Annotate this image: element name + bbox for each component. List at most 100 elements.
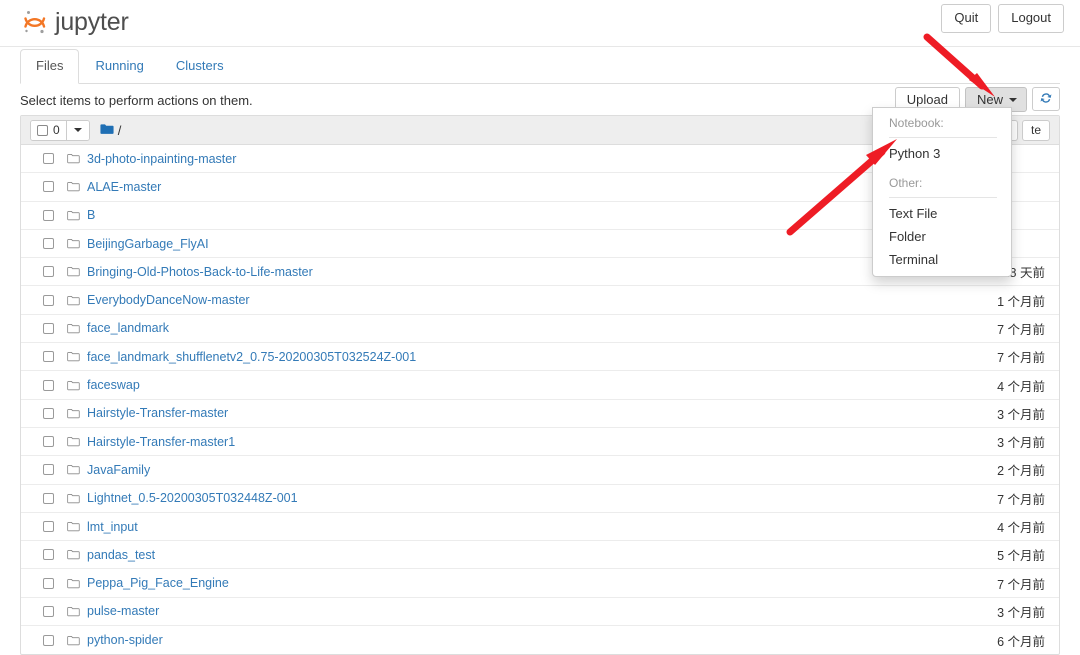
table-row[interactable]: JavaFamily 2 个月前: [21, 456, 1059, 485]
row-checkbox[interactable]: [43, 407, 54, 419]
chevron-down-icon: [1009, 97, 1017, 102]
row-checkbox[interactable]: [43, 322, 54, 334]
table-row[interactable]: faceswap 4 个月前: [21, 371, 1059, 400]
row-checkbox[interactable]: [43, 266, 54, 278]
folder-icon: [67, 578, 80, 589]
folder-icon: [67, 606, 80, 617]
folder-icon: [67, 351, 80, 362]
file-modified-date: 3 个月前: [997, 407, 1045, 422]
table-row[interactable]: Lightnet_0.5-20200305T032448Z-001 7 个月前: [21, 485, 1059, 513]
file-name-link[interactable]: Peppa_Pig_Face_Engine: [87, 576, 229, 590]
jupyter-brand-text: jupyter: [55, 7, 129, 36]
row-checkbox[interactable]: [43, 209, 54, 221]
file-modified-date: 3 个月前: [997, 436, 1045, 451]
row-checkbox[interactable]: [43, 605, 54, 617]
file-name-link[interactable]: faceswap: [87, 378, 140, 392]
logout-button[interactable]: Logout: [998, 4, 1064, 33]
tab-clusters[interactable]: Clusters: [160, 49, 240, 84]
table-row[interactable]: pandas_test 5 个月前: [21, 541, 1059, 570]
main-tabs-bar: Files Running Clusters: [20, 48, 1060, 84]
row-checkbox[interactable]: [43, 492, 54, 504]
file-name-link[interactable]: pandas_test: [87, 548, 155, 562]
file-name-link[interactable]: B: [87, 208, 95, 222]
header-actions: Quit Logout: [941, 4, 1064, 33]
row-checkbox[interactable]: [43, 238, 54, 250]
sort-by-date-button[interactable]: te: [1021, 119, 1050, 141]
tab-running[interactable]: Running: [79, 49, 159, 84]
folder-icon: [67, 210, 80, 221]
folder-icon: [100, 123, 114, 138]
jupyter-logo[interactable]: jupyter: [20, 2, 129, 42]
dropdown-item-folder[interactable]: Folder: [873, 225, 1011, 248]
dropdown-item-python3[interactable]: Python 3: [873, 142, 1011, 165]
breadcrumb-path: /: [117, 122, 122, 138]
table-row[interactable]: lmt_input 4 个月前: [21, 513, 1059, 542]
file-name-link[interactable]: python-spider: [87, 633, 163, 647]
folder-icon: [67, 238, 80, 249]
table-row[interactable]: python-spider 6 个月前: [21, 626, 1059, 654]
file-name-link[interactable]: ALAE-master: [87, 180, 161, 194]
dropdown-item-text-file[interactable]: Text File: [873, 202, 1011, 225]
folder-icon: [67, 635, 80, 646]
table-row[interactable]: face_landmark 7 个月前: [21, 315, 1059, 344]
row-checkbox[interactable]: [43, 294, 54, 306]
table-row[interactable]: pulse-master 3 个月前: [21, 598, 1059, 627]
page-header: jupyter Quit Logout: [0, 0, 1080, 47]
select-all-checkbox[interactable]: 0: [31, 120, 66, 140]
quit-button[interactable]: Quit: [941, 4, 992, 33]
file-modified-date: 4 个月前: [997, 521, 1045, 535]
dropdown-other-header: Other:: [889, 176, 923, 190]
sort-date-label: te: [1030, 123, 1041, 137]
file-modified-date: 2 个月前: [997, 464, 1045, 479]
table-row[interactable]: Hairstyle-Transfer-master1 3 个月前: [21, 428, 1059, 457]
row-checkbox[interactable]: [43, 153, 54, 165]
file-name-link[interactable]: face_landmark_shufflenetv2_0.75-20200305…: [87, 350, 416, 364]
refresh-button[interactable]: [1032, 87, 1060, 111]
file-name-link[interactable]: BeijingGarbage_FlyAI: [87, 237, 209, 251]
breadcrumb[interactable]: /: [100, 122, 122, 138]
row-checkbox[interactable]: [43, 436, 54, 448]
file-name-link[interactable]: lmt_input: [87, 520, 138, 534]
selection-dropdown-button[interactable]: [65, 120, 89, 140]
table-row[interactable]: Hairstyle-Transfer-master 3 个月前: [21, 400, 1059, 428]
folder-icon: [67, 436, 80, 447]
dropdown-divider: [889, 197, 997, 198]
folder-icon: [67, 380, 80, 391]
file-name-link[interactable]: Lightnet_0.5-20200305T032448Z-001: [87, 491, 298, 505]
folder-icon: [67, 464, 80, 475]
file-name-link[interactable]: JavaFamily: [87, 463, 150, 477]
row-checkbox[interactable]: [43, 464, 54, 476]
file-modified-date: 3 个月前: [997, 605, 1045, 620]
file-modified-date: 7 个月前: [997, 322, 1045, 337]
row-checkbox[interactable]: [43, 379, 54, 391]
table-row[interactable]: face_landmark_shufflenetv2_0.75-20200305…: [21, 343, 1059, 372]
file-name-link[interactable]: Hairstyle-Transfer-master1: [87, 435, 235, 449]
select-items-hint: Select items to perform actions on them.: [20, 93, 253, 108]
file-modified-date: 7 个月前: [997, 577, 1045, 592]
file-name-link[interactable]: 3d-photo-inpainting-master: [87, 152, 236, 166]
row-checkbox[interactable]: [43, 577, 54, 589]
file-name-link[interactable]: EverybodyDanceNow-master: [87, 293, 250, 307]
folder-icon: [67, 181, 80, 192]
chevron-down-icon: [73, 128, 82, 132]
file-name-link[interactable]: pulse-master: [87, 604, 159, 618]
dropdown-item-terminal[interactable]: Terminal: [873, 248, 1011, 271]
file-name-link[interactable]: Hairstyle-Transfer-master: [87, 406, 228, 420]
row-checkbox[interactable]: [43, 181, 54, 193]
tab-files[interactable]: Files: [20, 48, 80, 84]
new-dropdown-menu: Notebook: Python 3 Other: Text File Fold…: [872, 107, 1012, 277]
table-row[interactable]: EverybodyDanceNow-master 1 个月前: [21, 286, 1059, 315]
new-button-label: New: [976, 92, 1003, 107]
row-checkbox[interactable]: [43, 634, 54, 646]
folder-icon: [67, 295, 80, 306]
file-name-link[interactable]: Bringing-Old-Photos-Back-to-Life-master: [87, 265, 313, 279]
folder-icon: [67, 323, 80, 334]
table-row[interactable]: Peppa_Pig_Face_Engine 7 个月前: [21, 569, 1059, 598]
row-checkbox[interactable]: [43, 351, 54, 363]
row-checkbox[interactable]: [43, 549, 54, 561]
row-checkbox[interactable]: [43, 521, 54, 532]
file-modified-date: 4 个月前: [997, 379, 1045, 394]
folder-icon: [67, 521, 80, 532]
file-name-link[interactable]: face_landmark: [87, 321, 169, 335]
checkbox-icon: [37, 124, 48, 136]
